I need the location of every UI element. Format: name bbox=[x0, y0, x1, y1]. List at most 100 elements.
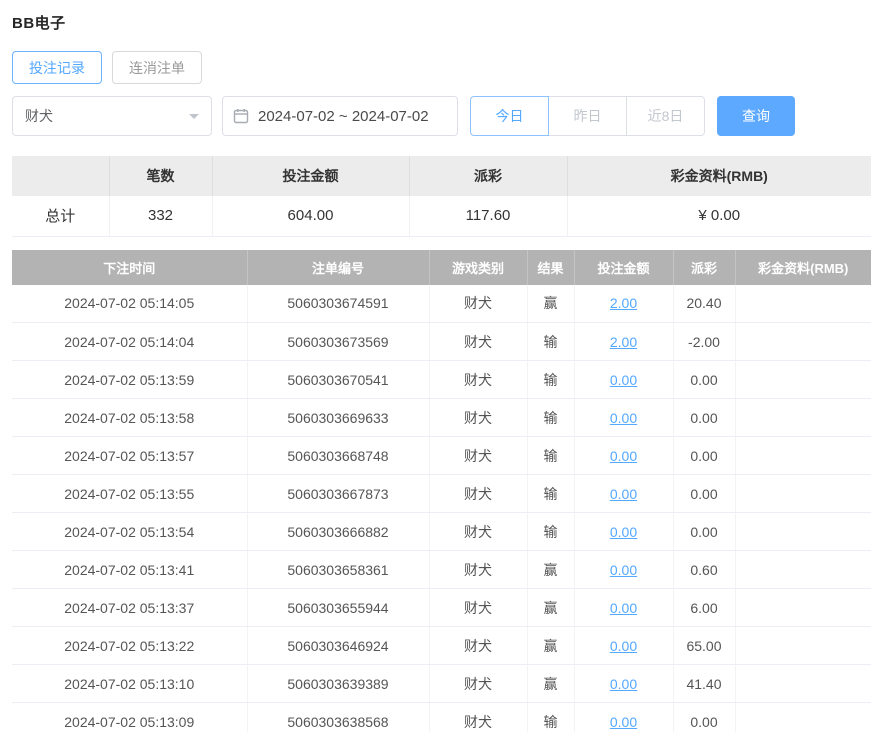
summary-header-cell: 投注金额 bbox=[212, 156, 410, 196]
bonus-cell bbox=[735, 702, 871, 732]
bet-amount-cell: 0.00 bbox=[574, 550, 674, 589]
result-cell: 输 bbox=[527, 702, 575, 732]
table-row: 2024-07-02 05:13:58 5060303669633 财犬输 0.00 0… bbox=[12, 398, 871, 437]
game-type-cell: 财犬 bbox=[429, 360, 528, 399]
payout-cell: 20.40 bbox=[673, 284, 736, 323]
date-range-picker[interactable]: 2024-07-02 ~ 2024-07-02 bbox=[222, 96, 458, 136]
calendar-icon bbox=[233, 108, 249, 124]
bet-amount-cell: 0.00 bbox=[574, 626, 674, 665]
bonus-cell bbox=[735, 588, 871, 627]
summary-bet-amount: 604.00 bbox=[212, 196, 410, 237]
table-row: 2024-07-02 05:13:22 5060303646924 财犬赢 0.00 6… bbox=[12, 626, 871, 665]
summary-header-cell: 彩金资料(RMB) bbox=[567, 156, 871, 196]
summary-header-cell: 笔数 bbox=[109, 156, 213, 196]
payout-cell: 0.60 bbox=[673, 550, 736, 589]
bet-table-header-cell: 彩金资料(RMB) bbox=[735, 249, 871, 285]
bet-table-header-cell: 游戏类别 bbox=[429, 249, 528, 285]
quick-range-yesterday[interactable]: 昨日 bbox=[548, 96, 627, 136]
chevron-down-icon bbox=[189, 114, 199, 124]
game-type-cell: 财犬 bbox=[429, 664, 528, 703]
search-button[interactable]: 查询 bbox=[717, 96, 795, 136]
bonus-cell bbox=[735, 398, 871, 437]
game-type-cell: 财犬 bbox=[429, 512, 528, 551]
bet-amount-cell: 0.00 bbox=[574, 664, 674, 703]
table-row: 2024-07-02 05:13:41 5060303658361 财犬赢 0.00 0… bbox=[12, 550, 871, 589]
bonus-cell bbox=[735, 360, 871, 399]
bonus-cell bbox=[735, 664, 871, 703]
order-id-cell: 5060303658361 bbox=[247, 550, 430, 589]
summary-header-cell: 派彩 bbox=[409, 156, 568, 196]
quick-range-group: 今日 昨日 近8日 bbox=[470, 96, 705, 136]
date-range-value: 2024-07-02 ~ 2024-07-02 bbox=[258, 107, 429, 125]
bet-amount-link[interactable]: 0.00 bbox=[610, 448, 637, 464]
table-row: 2024-07-02 05:13:57 5060303668748 财犬输 0.00 0… bbox=[12, 436, 871, 475]
bet-time-cell: 2024-07-02 05:13:09 bbox=[12, 702, 248, 732]
result-cell: 输 bbox=[527, 360, 575, 399]
bet-time-cell: 2024-07-02 05:13:55 bbox=[12, 474, 248, 513]
payout-cell: 0.00 bbox=[673, 702, 736, 732]
bet-amount-cell: 0.00 bbox=[574, 398, 674, 437]
summary-table: 笔数 投注金额 派彩 彩金资料(RMB) 总计 332 604.00 117.60 ¥… bbox=[12, 156, 871, 237]
bet-amount-cell: 0.00 bbox=[574, 588, 674, 627]
summary-header-row: 笔数 投注金额 派彩 彩金资料(RMB) bbox=[12, 156, 871, 196]
bet-amount-cell: 0.00 bbox=[574, 474, 674, 513]
bonus-cell bbox=[735, 474, 871, 513]
bet-time-cell: 2024-07-02 05:14:05 bbox=[12, 284, 248, 323]
bonus-cell bbox=[735, 322, 871, 361]
bet-amount-cell: 0.00 bbox=[574, 702, 674, 732]
tab-cancelled-orders[interactable]: 连消注单 bbox=[112, 51, 202, 84]
game-type-cell: 财犬 bbox=[429, 702, 528, 732]
game-type-cell: 财犬 bbox=[429, 398, 528, 437]
bet-amount-cell: 0.00 bbox=[574, 436, 674, 475]
game-type-cell: 财犬 bbox=[429, 626, 528, 665]
tab-bet-records[interactable]: 投注记录 bbox=[12, 51, 102, 84]
bet-amount-link[interactable]: 0.00 bbox=[610, 600, 637, 616]
bet-amount-cell: 2.00 bbox=[574, 322, 674, 361]
bet-amount-link[interactable]: 0.00 bbox=[610, 486, 637, 502]
bet-amount-cell: 0.00 bbox=[574, 512, 674, 551]
bet-amount-link[interactable]: 2.00 bbox=[610, 334, 637, 350]
game-select[interactable]: 财犬 bbox=[12, 96, 212, 136]
game-select-value: 财犬 bbox=[25, 108, 53, 124]
summary-count: 332 bbox=[109, 196, 213, 237]
bet-amount-link[interactable]: 0.00 bbox=[610, 524, 637, 540]
game-type-cell: 财犬 bbox=[429, 550, 528, 589]
result-cell: 输 bbox=[527, 322, 575, 361]
bonus-cell bbox=[735, 626, 871, 665]
bonus-cell bbox=[735, 512, 871, 551]
bet-amount-link[interactable]: 0.00 bbox=[610, 372, 637, 388]
result-cell: 赢 bbox=[527, 284, 575, 323]
order-id-cell: 5060303638568 bbox=[247, 702, 430, 732]
bet-amount-link[interactable]: 0.00 bbox=[610, 410, 637, 426]
bet-amount-link[interactable]: 0.00 bbox=[610, 676, 637, 692]
summary-total-row: 总计 332 604.00 117.60 ¥ 0.00 bbox=[12, 196, 871, 237]
bonus-cell bbox=[735, 436, 871, 475]
table-row: 2024-07-02 05:13:54 5060303666882 财犬输 0.00 0… bbox=[12, 512, 871, 551]
bet-records-page: BB电子 投注记录 连消注单 财犬 2024-07-02 ~ 2024-07-02… bbox=[0, 0, 883, 732]
bet-amount-link[interactable]: 0.00 bbox=[610, 638, 637, 654]
payout-cell: 0.00 bbox=[673, 474, 736, 513]
bet-amount-link[interactable]: 2.00 bbox=[610, 295, 637, 311]
quick-range-last8days[interactable]: 近8日 bbox=[626, 96, 705, 136]
table-row: 2024-07-02 05:14:05 5060303674591 财犬赢 2.00 2… bbox=[12, 284, 871, 323]
bet-amount-link[interactable]: 0.00 bbox=[610, 714, 637, 730]
table-row: 2024-07-02 05:13:59 5060303670541 财犬输 0.00 0… bbox=[12, 360, 871, 399]
bet-amount-link[interactable]: 0.00 bbox=[610, 562, 637, 578]
table-row: 2024-07-02 05:13:10 5060303639389 财犬赢 0.00 4… bbox=[12, 664, 871, 703]
bet-table-header-row: 下注时间 注单编号 游戏类别 结果 投注金额 派彩 彩金资料(RMB) bbox=[12, 249, 871, 285]
bet-table-header-cell: 派彩 bbox=[673, 249, 736, 285]
order-id-cell: 5060303646924 bbox=[247, 626, 430, 665]
bet-time-cell: 2024-07-02 05:13:57 bbox=[12, 436, 248, 475]
payout-cell: 41.40 bbox=[673, 664, 736, 703]
summary-payout: 117.60 bbox=[409, 196, 568, 237]
bet-table-header-cell: 结果 bbox=[527, 249, 575, 285]
order-id-cell: 5060303673569 bbox=[247, 322, 430, 361]
result-cell: 输 bbox=[527, 474, 575, 513]
table-row: 2024-07-02 05:13:09 5060303638568 财犬输 0.00 0… bbox=[12, 702, 871, 732]
bonus-cell bbox=[735, 550, 871, 589]
order-id-cell: 5060303667873 bbox=[247, 474, 430, 513]
order-id-cell: 5060303674591 bbox=[247, 284, 430, 323]
game-type-cell: 财犬 bbox=[429, 436, 528, 475]
quick-range-today[interactable]: 今日 bbox=[470, 96, 549, 136]
result-cell: 赢 bbox=[527, 550, 575, 589]
